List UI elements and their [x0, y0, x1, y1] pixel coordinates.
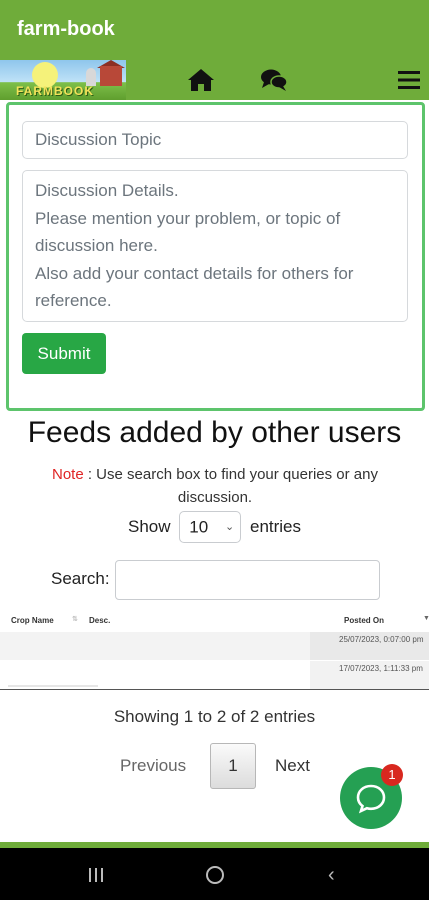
pagination-next[interactable]: Next: [275, 756, 310, 776]
table-header: Crop Name ⇅ Desc. Posted On ▼: [0, 608, 429, 633]
posted-on-cell: 17/07/2023, 1:11:33 pm: [310, 661, 429, 689]
note-label: Note: [51, 466, 84, 483]
search-input[interactable]: [115, 560, 380, 600]
discussion-topic-input[interactable]: [22, 121, 408, 159]
nav-bar: FARMBOOK: [0, 60, 429, 100]
notification-badge: 1: [381, 764, 403, 786]
column-crop-name[interactable]: Crop Name: [11, 616, 54, 625]
chat-icon[interactable]: [260, 67, 288, 93]
sort-desc-icon: ▼: [423, 615, 429, 622]
show-label: Show: [127, 517, 171, 536]
menu-icon[interactable]: [397, 69, 421, 91]
note-text: Note : Use search box to find your queri…: [30, 463, 400, 509]
entries-label: entries: [249, 517, 302, 536]
feeds-heading: Feeds added by other users: [27, 416, 402, 449]
farmbook-logo[interactable]: FARMBOOK: [0, 60, 126, 100]
table-info: Showing 1 to 2 of 2 entries: [113, 707, 316, 726]
logo-text: FARMBOOK: [16, 84, 94, 98]
discussion-details-input[interactable]: [22, 170, 408, 322]
system-nav-bar: ‹: [0, 848, 429, 900]
pagination-previous[interactable]: Previous: [120, 756, 186, 776]
submit-button[interactable]: Submit: [22, 333, 106, 374]
entries-length-control: Show 10 ⌄ entries: [0, 511, 429, 545]
app-title: farm-book: [17, 18, 115, 40]
posted-on-cell: 25/07/2023, 0:07:00 pm: [310, 632, 429, 660]
system-home-icon[interactable]: [206, 866, 224, 884]
recent-apps-icon[interactable]: [88, 867, 104, 883]
entries-select[interactable]: 10 ⌄: [179, 511, 242, 543]
search-label: Search:: [51, 569, 110, 588]
truncated-row-text: [8, 685, 98, 687]
table-row[interactable]: 25/07/2023, 0:07:00 pm: [0, 632, 429, 660]
chat-bubble-icon: [356, 784, 386, 814]
sort-icon: ⇅: [72, 616, 78, 623]
chevron-down-icon: ⌄: [225, 521, 235, 533]
home-icon[interactable]: [187, 67, 215, 93]
back-icon[interactable]: ‹: [328, 864, 335, 887]
barn-graphic: [100, 66, 122, 86]
note-body: : Use search box to find your queries or…: [83, 466, 378, 506]
app-bar: farm-book: [0, 0, 429, 60]
entries-select-value: 10: [189, 517, 209, 537]
column-posted-on[interactable]: Posted On: [344, 616, 384, 625]
table-bottom-border: [0, 689, 429, 690]
column-desc[interactable]: Desc.: [89, 616, 110, 625]
discussion-form: Submit: [6, 102, 425, 411]
pagination-page-1[interactable]: 1: [210, 743, 256, 789]
